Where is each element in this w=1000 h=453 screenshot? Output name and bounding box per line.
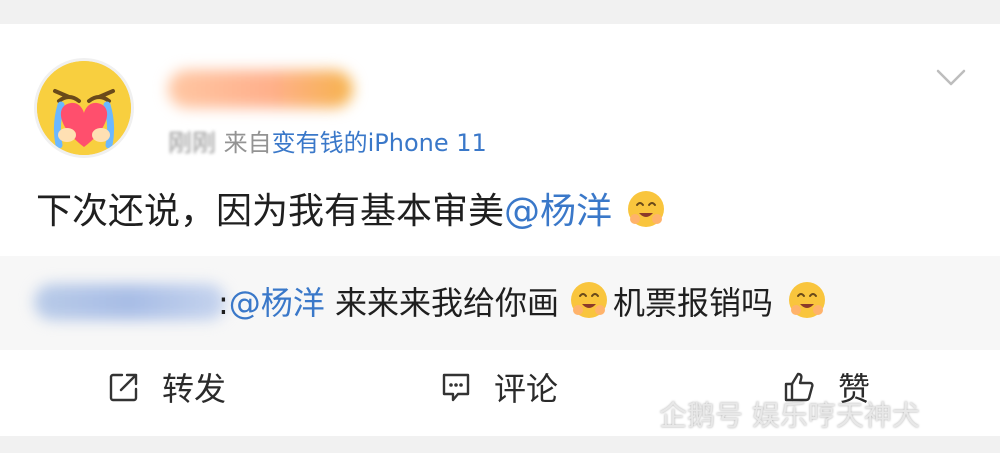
repost-text-1: 来来来我给你画	[324, 284, 559, 322]
post-meta: 刚刚 来自变有钱的iPhone 11	[168, 128, 487, 158]
watermark-text: 企鹅号 娱乐哼天神犬	[659, 399, 920, 432]
username-blurred[interactable]	[168, 70, 353, 108]
repost-content: :@杨洋 来来来我给你画 机票报销吗	[218, 280, 827, 325]
blush-emoji-icon	[789, 282, 825, 318]
share-icon	[109, 373, 138, 402]
comment-icon	[442, 373, 470, 402]
post-content: 下次还说，因为我有基本审美@杨洋	[36, 188, 666, 236]
penguin-icon	[621, 400, 647, 430]
post-time: 刚刚	[168, 129, 216, 157]
post-mention-link[interactable]: @杨洋	[504, 191, 612, 232]
repost-mention-link[interactable]: @杨洋	[229, 284, 325, 322]
blush-emoji-icon	[628, 191, 665, 227]
post-source-link[interactable]: 变有钱的iPhone 11	[272, 129, 487, 157]
repost-action-button[interactable]: 转发	[108, 367, 227, 408]
post-content-text: 下次还说，因为我有基本审美	[36, 191, 505, 232]
blush-emoji-icon	[570, 282, 607, 318]
post-from-label: 来自	[223, 129, 272, 157]
watermark: 企鹅号 娱乐哼天神犬	[617, 392, 920, 436]
repost-text-2: 机票报销吗	[612, 284, 773, 322]
repost-username-blurred[interactable]	[34, 284, 226, 320]
repost-action-label: 转发	[162, 370, 227, 408]
crying-face-heart-avatar-icon	[37, 61, 131, 155]
comment-action-label: 评论	[494, 370, 559, 408]
repost-prefix: :	[218, 284, 229, 322]
user-avatar[interactable]	[34, 58, 134, 158]
chevron-down-icon[interactable]	[936, 66, 966, 90]
comment-action-button[interactable]: 评论	[440, 367, 559, 408]
